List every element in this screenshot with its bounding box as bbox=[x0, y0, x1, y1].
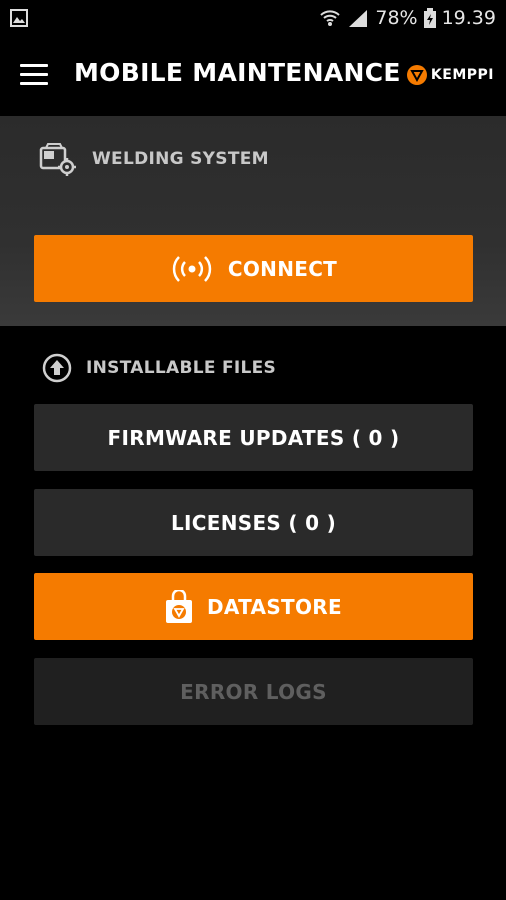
status-time: 19.39 bbox=[441, 7, 496, 29]
datastore-label: DATASTORE bbox=[207, 594, 342, 619]
firmware-updates-label: FIRMWARE UPDATES ( 0 ) bbox=[107, 425, 400, 450]
menu-icon[interactable] bbox=[20, 64, 48, 86]
signal-icon bbox=[349, 10, 368, 27]
status-right: 78% 19.39 bbox=[319, 6, 496, 30]
licenses-button[interactable]: LICENSES ( 0 ) bbox=[34, 489, 473, 556]
wireless-signal-icon bbox=[172, 255, 212, 282]
app-bar: MOBILE MAINTENANCE KEMPPI bbox=[0, 36, 506, 116]
battery-percent: 78% bbox=[375, 7, 418, 29]
wifi-icon bbox=[320, 10, 341, 26]
kemppi-logo-icon bbox=[406, 65, 427, 85]
installable-files-label: INSTALLABLE FILES bbox=[86, 358, 277, 378]
welding-system-label: WELDING SYSTEM bbox=[92, 149, 269, 169]
licenses-label: LICENSES ( 0 ) bbox=[170, 510, 337, 535]
gallery-icon bbox=[10, 9, 28, 27]
app-title: MOBILE MAINTENANCE bbox=[74, 58, 401, 87]
welding-system-header: WELDING SYSTEM bbox=[38, 142, 269, 176]
datastore-button[interactable]: DATASTORE bbox=[34, 573, 473, 640]
brand-text: KEMPPI bbox=[430, 67, 494, 83]
shopping-bag-icon bbox=[166, 589, 193, 623]
kemppi-logo: KEMPPI bbox=[406, 65, 494, 85]
battery-icon bbox=[423, 8, 436, 28]
firmware-updates-button[interactable]: FIRMWARE UPDATES ( 0 ) bbox=[34, 404, 473, 471]
status-bar: 78% 19.39 bbox=[0, 0, 506, 36]
upload-icon bbox=[42, 353, 72, 383]
connect-label: CONNECT bbox=[227, 256, 338, 281]
installable-files-header: INSTALLABLE FILES bbox=[42, 353, 276, 383]
welding-machine-icon bbox=[39, 143, 76, 176]
error-logs-button[interactable]: ERROR LOGS bbox=[34, 658, 473, 725]
error-logs-label: ERROR LOGS bbox=[180, 679, 327, 704]
connect-button[interactable]: CONNECT bbox=[34, 235, 473, 302]
